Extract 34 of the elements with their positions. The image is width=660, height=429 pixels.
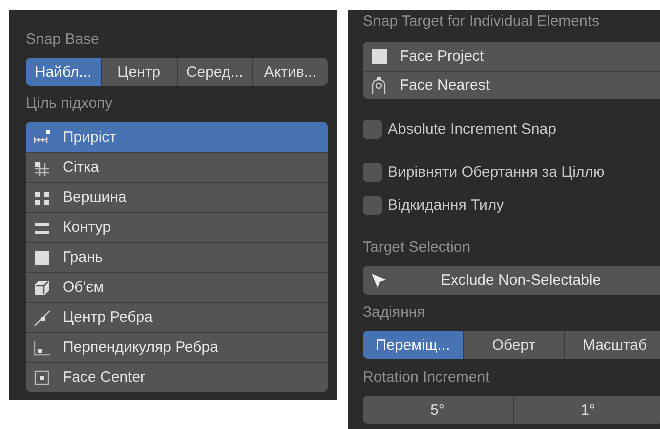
cursor-icon <box>371 272 387 288</box>
section-label: Задіяння <box>363 303 426 323</box>
list-item[interactable]: Face Nearest <box>363 70 660 99</box>
dropdown[interactable]: Exclude Non-Selectable <box>363 266 660 295</box>
preset-button[interactable]: 1° <box>512 396 660 424</box>
preset-button[interactable]: 5° <box>363 396 512 424</box>
face-icon <box>34 248 51 266</box>
segment-button[interactable]: Оберт <box>463 331 564 359</box>
checkbox[interactable] <box>363 162 382 182</box>
increment-icon <box>34 128 51 146</box>
segment-button[interactable]: Найбл... <box>26 58 101 86</box>
list-item[interactable]: Приріст <box>26 122 328 152</box>
checkbox-label: Відкидання Тилу <box>388 196 504 214</box>
section-label: Ціль підхопу <box>26 94 114 114</box>
segment-button[interactable]: Масштаб <box>564 331 660 359</box>
section-label: Rotation Increment <box>363 368 491 388</box>
face-nearest-icon <box>371 76 388 95</box>
square-icon <box>371 46 388 66</box>
segment-button[interactable]: Серед... <box>176 58 252 86</box>
checkbox-label: Вирівняти Обертання за Ціллю <box>388 164 605 180</box>
segment-button[interactable]: Переміщ... <box>363 331 463 359</box>
face-center-icon <box>34 368 51 386</box>
edge-center-icon <box>34 308 51 326</box>
checkbox-label: Absolute Increment Snap <box>388 120 556 138</box>
volume-icon <box>34 278 51 296</box>
segment-button[interactable]: Актив... <box>252 58 328 86</box>
section-label: Snap Base <box>26 30 100 50</box>
section-label: Target Selection <box>363 238 472 258</box>
checkbox[interactable] <box>363 196 382 214</box>
checkbox[interactable] <box>363 120 382 138</box>
list-item[interactable]: Face Center <box>26 362 328 392</box>
perpendicular-icon <box>34 338 51 356</box>
section-label: Snap Target for Individual Elements <box>363 12 601 32</box>
segment-button[interactable]: Центр <box>100 58 176 86</box>
